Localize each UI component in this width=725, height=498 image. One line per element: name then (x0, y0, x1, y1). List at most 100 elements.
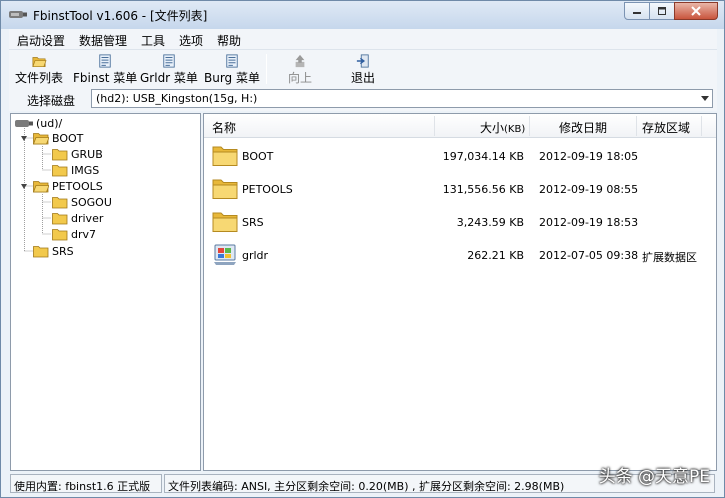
tree-node-drv7[interactable]: drv7 (52, 226, 96, 242)
list-header: 名称 大小(KB) 修改日期 存放区域 (204, 114, 716, 138)
usb-drive-icon (9, 11, 27, 18)
row-size: 3,243.59 KB (456, 216, 524, 229)
column-divider[interactable] (636, 116, 637, 136)
menu-document-icon (226, 54, 238, 68)
size-header-label: 大小 (480, 121, 505, 135)
up-button[interactable]: 向上 (288, 52, 312, 86)
tree-node-petools[interactable]: PETOOLS (33, 178, 103, 194)
exit-label: 退出 (351, 71, 376, 85)
tree-node-label: drv7 (71, 227, 97, 241)
close-button[interactable] (674, 2, 718, 20)
row-name: grldr (242, 249, 269, 262)
menu-options[interactable]: 选项 (179, 32, 203, 49)
row-modified: 2012-07-05 09:38 (539, 249, 639, 262)
maximize-button[interactable] (649, 2, 675, 20)
expanded-arrow-icon[interactable] (21, 136, 27, 141)
table-row[interactable]: BOOT 197,034.14 KB 2012-09-19 18:05 (204, 141, 716, 171)
folder-icon (52, 148, 68, 160)
folder-open-icon (32, 57, 47, 68)
tree-node-label: SRS (52, 244, 74, 258)
column-header-region[interactable]: 存放区域 (642, 119, 690, 136)
column-header-size[interactable]: 大小(KB) (480, 119, 525, 136)
executable-file-icon (214, 244, 236, 265)
tree-node-driver[interactable]: driver (52, 210, 103, 226)
folder-icon (52, 164, 68, 176)
column-divider[interactable] (701, 116, 702, 136)
watermark-text: 头条 @天意PE (598, 467, 710, 487)
menu-boot-settings[interactable]: 启动设置 (17, 32, 65, 49)
up-label: 向上 (288, 71, 313, 85)
row-size: 262.21 KB (467, 249, 524, 262)
tree-node-sogou[interactable]: SOGOU (52, 194, 112, 210)
column-divider[interactable] (434, 116, 435, 136)
disk-selector-row: 选择磁盘 (hd2): USB_Kingston(15g, H:) (9, 87, 717, 111)
tree-node-label: PETOOLS (52, 179, 103, 193)
menu-document-icon (99, 54, 111, 68)
folder-icon (52, 228, 68, 240)
table-row[interactable]: PETOOLS 131,556.56 KB 2012-09-19 08:55 (204, 174, 716, 204)
toolbar-separator (266, 54, 267, 84)
column-header-modified[interactable]: 修改日期 (559, 119, 607, 136)
folder-tree[interactable]: (ud)/ BOOT GRUB IMGS PETOOLS SOGOU drive… (10, 113, 201, 471)
usb-drive-icon (15, 119, 33, 127)
folder-icon (212, 179, 238, 199)
size-header-unit: (KB) (504, 124, 526, 135)
disk-select[interactable]: (hd2): USB_Kingston(15g, H:) (91, 89, 713, 108)
window-title: FbinstTool v1.606 - [文件列表] (33, 9, 208, 23)
tree-node-boot[interactable]: BOOT (33, 130, 83, 146)
tree-node-label: (ud)/ (36, 116, 63, 130)
menu-document-icon (163, 54, 175, 68)
row-name: BOOT (242, 150, 274, 163)
tree-node-imgs[interactable]: IMGS (52, 162, 99, 178)
status-info-text: 文件列表编码: ANSI, 主分区剩余空间: 0.20(MB) , 扩展分区剩余… (168, 480, 565, 493)
row-size: 197,034.14 KB (442, 150, 524, 163)
tree-node-grub[interactable]: GRUB (52, 146, 103, 162)
table-row[interactable]: SRS 3,243.59 KB 2012-09-19 18:53 (204, 207, 716, 237)
row-region: 扩展数据区 (642, 251, 697, 264)
folder-icon (52, 196, 68, 208)
menu-bar: 启动设置 数据管理 工具 选项 帮助 (9, 29, 717, 49)
expanded-arrow-icon[interactable] (21, 184, 27, 189)
row-name: PETOOLS (242, 183, 293, 196)
grldr-menu-label: Grldr 菜单 (140, 71, 198, 85)
fbinst-menu-label: Fbinst 菜单 (73, 71, 138, 85)
tree-node-label: GRUB (71, 147, 103, 161)
tree-node-root[interactable]: (ud)/ (15, 115, 62, 131)
column-header-name[interactable]: 名称 (212, 119, 236, 136)
status-core-text: 使用内置: fbinst1.6 正式版 (14, 480, 151, 493)
menu-help[interactable]: 帮助 (217, 32, 241, 49)
row-modified: 2012-09-19 18:53 (539, 216, 639, 229)
app-window: FbinstTool v1.606 - [文件列表] 启动设置 数据管理 工具 … (0, 0, 725, 498)
folder-icon (212, 146, 238, 166)
row-size: 131,556.56 KB (442, 183, 524, 196)
status-core-panel: 使用内置: fbinst1.6 正式版 (10, 474, 162, 493)
exit-door-icon (356, 54, 369, 68)
title-bar[interactable]: FbinstTool v1.606 - [文件列表] (1, 1, 724, 29)
column-divider[interactable] (529, 116, 530, 136)
file-list-button[interactable]: 文件列表 (15, 52, 63, 86)
menu-data-management[interactable]: 数据管理 (79, 32, 127, 49)
grldr-menu-button[interactable]: Grldr 菜单 (140, 52, 198, 86)
tree-node-srs[interactable]: SRS (33, 243, 74, 259)
folder-icon (52, 212, 68, 224)
file-list[interactable]: 名称 大小(KB) 修改日期 存放区域 BOOT 197,034.14 KB 2… (203, 113, 717, 471)
fbinst-menu-button[interactable]: Fbinst 菜单 (73, 52, 137, 86)
minimize-button[interactable] (624, 2, 650, 20)
file-list-label: 文件列表 (15, 71, 64, 85)
burg-menu-button[interactable]: Burg 菜单 (204, 52, 260, 86)
tree-node-label: BOOT (52, 131, 84, 145)
burg-menu-label: Burg 菜单 (204, 71, 260, 85)
row-modified: 2012-09-19 18:05 (539, 150, 639, 163)
menu-tools[interactable]: 工具 (141, 32, 165, 49)
folder-icon (33, 245, 49, 257)
tree-node-label: SOGOU (71, 195, 112, 209)
dropdown-arrow-icon[interactable] (701, 96, 709, 101)
row-name: SRS (242, 216, 264, 229)
disk-label: 选择磁盘 (27, 94, 76, 108)
table-row[interactable]: grldr 262.21 KB 2012-07-05 09:38 扩展数据区 (204, 240, 716, 270)
folder-open-icon (33, 180, 49, 192)
disk-select-value: (hd2): USB_Kingston(15g, H:) (96, 92, 258, 105)
row-modified: 2012-09-19 08:55 (539, 183, 639, 196)
exit-button[interactable]: 退出 (351, 52, 375, 86)
folder-icon (212, 212, 238, 232)
